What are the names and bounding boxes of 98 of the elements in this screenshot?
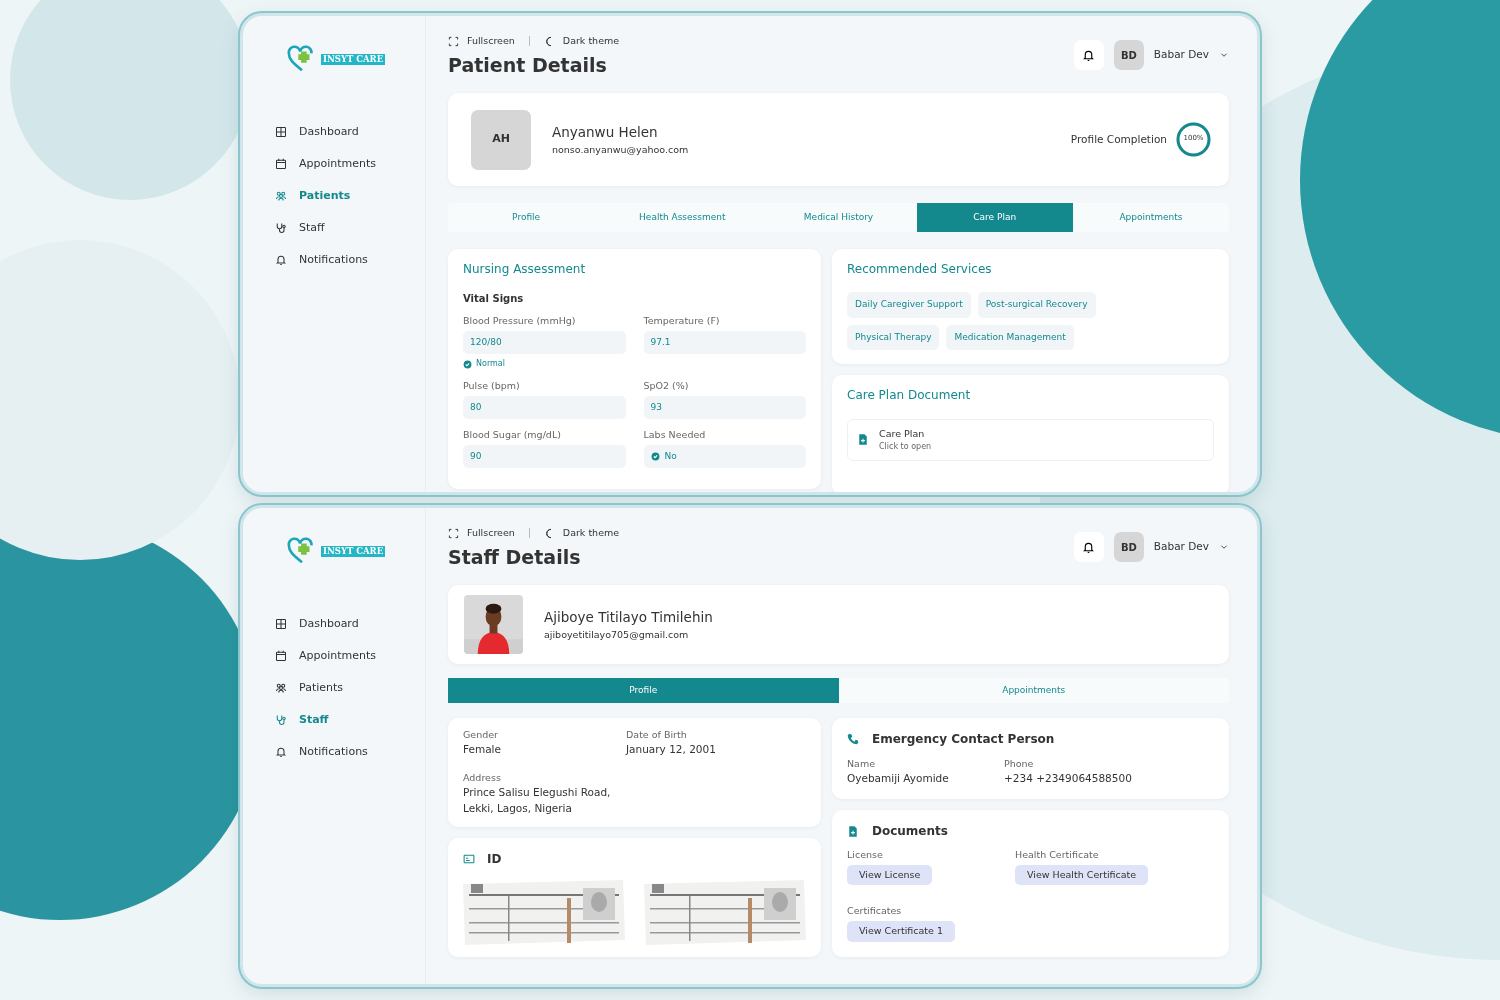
sidebar-item[interactable]: Staff [275,212,425,244]
vital-field: 80 [463,396,626,420]
patient-name: Anyanwu Helen [552,123,659,143]
sidebar-item[interactable]: Dashboard [275,116,425,148]
field-label: License [847,848,884,863]
field-label: Date of Birth [626,728,688,743]
patient-avatar: AH [471,109,531,170]
sidebar-item[interactable]: Notifications [275,244,425,276]
calendar-icon [275,158,287,170]
phone-icon [847,733,859,746]
field-label: Blood Pressure (mmHg) [463,314,577,329]
field-label: Pulse (bpm) [463,379,521,394]
user-avatar: BD [1113,532,1144,562]
check-circle-icon [650,452,660,462]
sidebar-item[interactable]: Patients [275,180,425,212]
logo-text: INSYT CARE [321,545,386,557]
dark-theme-link[interactable]: Dark theme [562,526,620,541]
field-value: January 12, 2001 [626,742,717,758]
section-heading: Vital Signs [463,292,525,307]
document-icon [847,824,859,838]
vital-field: 93 [643,396,806,420]
document-icon [857,433,869,447]
card-title: ID [487,850,502,868]
vital-field: No [643,445,806,469]
people-icon [275,190,287,202]
fullscreen-icon [448,527,459,539]
page-title: Patient Details [448,54,608,78]
tab[interactable]: Care Plan [916,203,1073,233]
document-item[interactable]: Care Plan Click to open [847,418,1214,462]
view-button[interactable]: View Certificate 1 [847,921,955,942]
tab[interactable]: Appointments [1072,203,1229,233]
sidebar-item[interactable]: Appointments [275,148,425,180]
card-title: Recommended Services [847,262,993,277]
notification-button[interactable] [1073,40,1104,70]
sidebar-item[interactable]: Appointments [275,640,425,672]
tab[interactable]: Appointments [838,678,1229,704]
user-name[interactable]: Babar Dev [1153,539,1209,555]
field-label: Blood Sugar (mg/dL) [463,428,562,443]
field-value: Prince Salisu Elegushi Road, Lekki, Lagos, Nigeria [463,785,612,817]
vital-field: 90 [463,445,626,469]
patient-email: nonso.anyanwu@yahoo.com [552,142,690,157]
vital-field: 97.1 [643,331,806,355]
dark-theme-link[interactable]: Dark theme [562,34,620,49]
sidebar-item[interactable]: Notifications [275,736,425,768]
bell-icon [275,254,287,266]
fullscreen-link[interactable]: Fullscreen [467,526,515,541]
user-name[interactable]: Babar Dev [1153,47,1209,63]
field-label: Phone [1004,757,1035,772]
sidebar-item[interactable]: Dashboard [275,608,425,640]
sidebar-item[interactable]: Patients [275,672,425,704]
field-label: Labs Needed [643,428,707,443]
people-icon [275,682,287,694]
status-label: Normal [476,358,505,371]
tab[interactable]: Health Assessment [604,203,761,233]
tab[interactable]: Profile [448,203,605,233]
field-label: Gender [463,728,499,743]
field-value: +234 +2349064588500 [1004,771,1133,787]
grid-icon [275,126,287,138]
field-label: Certificates [847,904,903,919]
check-circle-icon [463,359,472,369]
field-label: Health Certificate [1015,848,1100,863]
tab[interactable]: Profile [448,678,839,704]
field-label: Address [463,771,502,786]
service-tag[interactable]: Medication Management [946,324,1074,351]
field-label: Name [847,757,877,772]
bell-icon [1082,48,1096,62]
user-avatar: BD [1113,40,1144,70]
fullscreen-link[interactable]: Fullscreen [467,34,515,49]
calendar-icon [275,650,287,662]
service-tag[interactable]: Daily Caregiver Support [847,292,971,318]
service-tag[interactable]: Post-surgical Recovery [977,292,1096,318]
card-title: Emergency Contact Person [872,731,1055,749]
field-label: SpO2 (%) [643,379,690,394]
field-label: Temperature (F) [643,314,721,329]
id-card-icon [463,852,475,865]
completion-label: Profile Completion [1070,131,1167,147]
bell-icon [1082,540,1096,554]
card-title: Care Plan Document [847,388,972,403]
vital-field: 120/80 [463,331,626,355]
staff-name: Ajiboye Titilayo Timilehin [544,608,713,628]
page-title: Staff Details [448,546,582,570]
card-title: Documents [872,823,948,841]
view-button[interactable]: View Health Certificate [1015,865,1149,886]
grid-icon [275,618,287,630]
logo-text: INSYT CARE [321,53,386,65]
field-value: Female [463,742,502,758]
bell-icon [275,746,287,758]
fullscreen-icon [448,35,459,47]
card-title: Nursing Assessment [463,262,587,277]
tab[interactable]: Medical History [760,203,917,233]
field-value: Oyebamiji Ayomide [847,771,950,787]
service-tag[interactable]: Physical Therapy [847,324,940,351]
stethoscope-icon [275,714,287,726]
staff-email: ajiboyetitilayo705@gmail.com [544,627,690,642]
stethoscope-icon [275,222,287,234]
sidebar-item[interactable]: Staff [275,704,425,736]
view-button[interactable]: View License [847,865,933,886]
notification-button[interactable] [1073,532,1104,562]
